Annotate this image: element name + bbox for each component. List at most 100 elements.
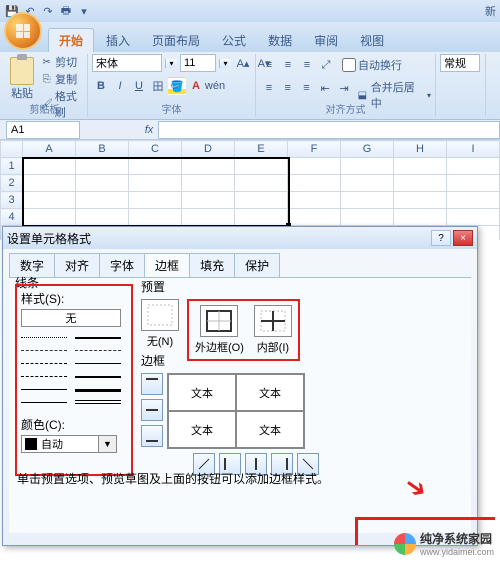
col-header[interactable]: F [288,141,341,158]
group-label-font: 字体 [88,101,255,116]
border-preview[interactable]: 文本 文本 文本 文本 [167,373,305,449]
indent-inc-icon[interactable]: ⇥ [335,79,353,97]
font-color-button[interactable]: A [187,77,205,95]
preview-cell: 文本 [168,411,236,448]
help-button[interactable]: ? [431,230,451,246]
dtab-border[interactable]: 边框 [144,253,190,277]
border-hmid-button[interactable] [141,399,163,421]
align-right-icon[interactable]: ≡ [298,79,316,97]
number-format-combo[interactable]: 常规 [440,54,480,72]
select-all-corner[interactable] [1,141,23,158]
tab-review[interactable]: 审阅 [304,29,348,52]
preset-inside[interactable]: 内部(I) [254,305,292,355]
line-style-option[interactable] [75,345,121,355]
watermark: 纯净系统家园 www.yidaimei.com [394,530,494,557]
border-top-button[interactable] [141,373,163,395]
office-button[interactable] [4,12,42,50]
dialog-titlebar[interactable]: 设置单元格格式 ? × [3,227,477,249]
cut-button[interactable]: ✂剪切 [40,54,83,70]
line-style-option[interactable] [21,384,67,394]
bold-button[interactable]: B [92,77,110,95]
row-header[interactable]: 1 [1,158,23,175]
orientation-icon[interactable]: ⤢ [317,56,335,74]
grow-font-icon[interactable]: A▴ [234,54,252,72]
tab-view[interactable]: 视图 [350,29,394,52]
line-style-option[interactable] [21,397,67,407]
dtab-font[interactable]: 字体 [99,253,145,277]
line-style-option[interactable] [75,371,121,381]
col-header[interactable]: C [129,141,182,158]
tab-home[interactable]: 开始 [48,28,94,52]
line-style-option[interactable] [75,384,121,394]
col-header[interactable]: H [394,141,447,158]
line-style-option[interactable] [75,332,121,342]
font-size-combo[interactable]: 11 [180,54,216,72]
preset-none-icon [145,302,175,328]
line-style-option[interactable] [75,358,121,368]
row-header[interactable]: 2 [1,175,23,192]
preset-section: 预置 无(N) 外边框(O) 内部(I) [141,278,300,361]
format-cells-dialog: 设置单元格格式 ? × 数字 对齐 字体 边框 填充 保护 线条 样式(S): … [2,226,478,546]
align-bottom-icon[interactable]: ≡ [298,56,316,74]
row-header[interactable]: 3 [1,192,23,209]
paste-button[interactable]: 粘贴 [6,54,38,104]
col-header[interactable]: A [23,141,76,158]
col-header[interactable]: D [182,141,235,158]
col-header[interactable]: B [76,141,129,158]
size-drop-icon[interactable]: ▾ [219,59,231,68]
border-button[interactable]: 田 [149,77,167,95]
border-bottom-button[interactable] [141,425,163,447]
print-icon[interactable]: 🖶 [58,3,74,19]
fill-color-button[interactable]: 🪣 [168,77,186,95]
line-color-combo[interactable]: 自动 ▼ [21,435,127,453]
style-none-option[interactable]: 无 [21,309,121,327]
wrap-checkbox[interactable] [342,58,356,72]
paste-label: 粘贴 [11,85,33,101]
line-style-option[interactable] [21,371,67,381]
preset-outline[interactable]: 外边框(O) [195,305,244,355]
worksheet[interactable]: A B C D E F G H I 1 2 3 4 5 [0,140,500,240]
row-header[interactable]: 4 [1,209,23,226]
indent-dec-icon[interactable]: ⇤ [316,79,334,97]
watermark-brand: 纯净系统家园 [420,530,494,547]
align-center-icon[interactable]: ≡ [279,79,297,97]
line-style-option[interactable] [21,358,67,368]
wrap-text-button[interactable]: 自动换行 [342,56,402,74]
qat-more-icon[interactable]: ▾ [76,3,92,19]
preset-none[interactable]: 无(N) [141,299,179,349]
copy-button[interactable]: ⎘复制 [40,71,83,87]
col-header[interactable]: E [235,141,288,158]
color-swatch [25,438,37,450]
dtab-protection[interactable]: 保护 [234,253,280,277]
phonetic-button[interactable]: wén [206,77,224,95]
fx-icon[interactable]: fx [140,124,158,136]
underline-button[interactable]: U [130,77,148,95]
redo-icon[interactable]: ↷ [40,3,56,19]
window-title-suffix: 新 [485,3,496,19]
tab-formulas[interactable]: 公式 [212,29,256,52]
chevron-down-icon[interactable]: ▼ [99,435,117,453]
align-middle-icon[interactable]: ≡ [279,56,297,74]
watermark-logo-icon [394,533,416,555]
tab-insert[interactable]: 插入 [96,29,140,52]
dtab-alignment[interactable]: 对齐 [54,253,100,277]
line-style-option[interactable] [21,332,67,342]
close-button[interactable]: × [453,230,473,246]
preset-inside-icon [258,308,288,334]
col-header[interactable]: I [447,141,500,158]
tab-layout[interactable]: 页面布局 [142,29,210,52]
italic-button[interactable]: I [111,77,129,95]
tab-data[interactable]: 数据 [258,29,302,52]
line-style-option[interactable] [75,397,121,407]
preset-label: 预置 [141,278,300,295]
align-left-icon[interactable]: ≡ [260,79,278,97]
dtab-fill[interactable]: 填充 [189,253,235,277]
line-style-option[interactable] [21,345,67,355]
scissors-icon: ✂ [40,56,53,69]
font-drop-icon[interactable]: ▾ [165,59,177,68]
col-header[interactable]: G [341,141,394,158]
watermark-url: www.yidaimei.com [420,547,494,557]
align-top-icon[interactable]: ≡ [260,56,278,74]
font-name-combo[interactable]: 宋体 [92,54,162,72]
group-label-clipboard: 剪贴板 [2,101,87,116]
